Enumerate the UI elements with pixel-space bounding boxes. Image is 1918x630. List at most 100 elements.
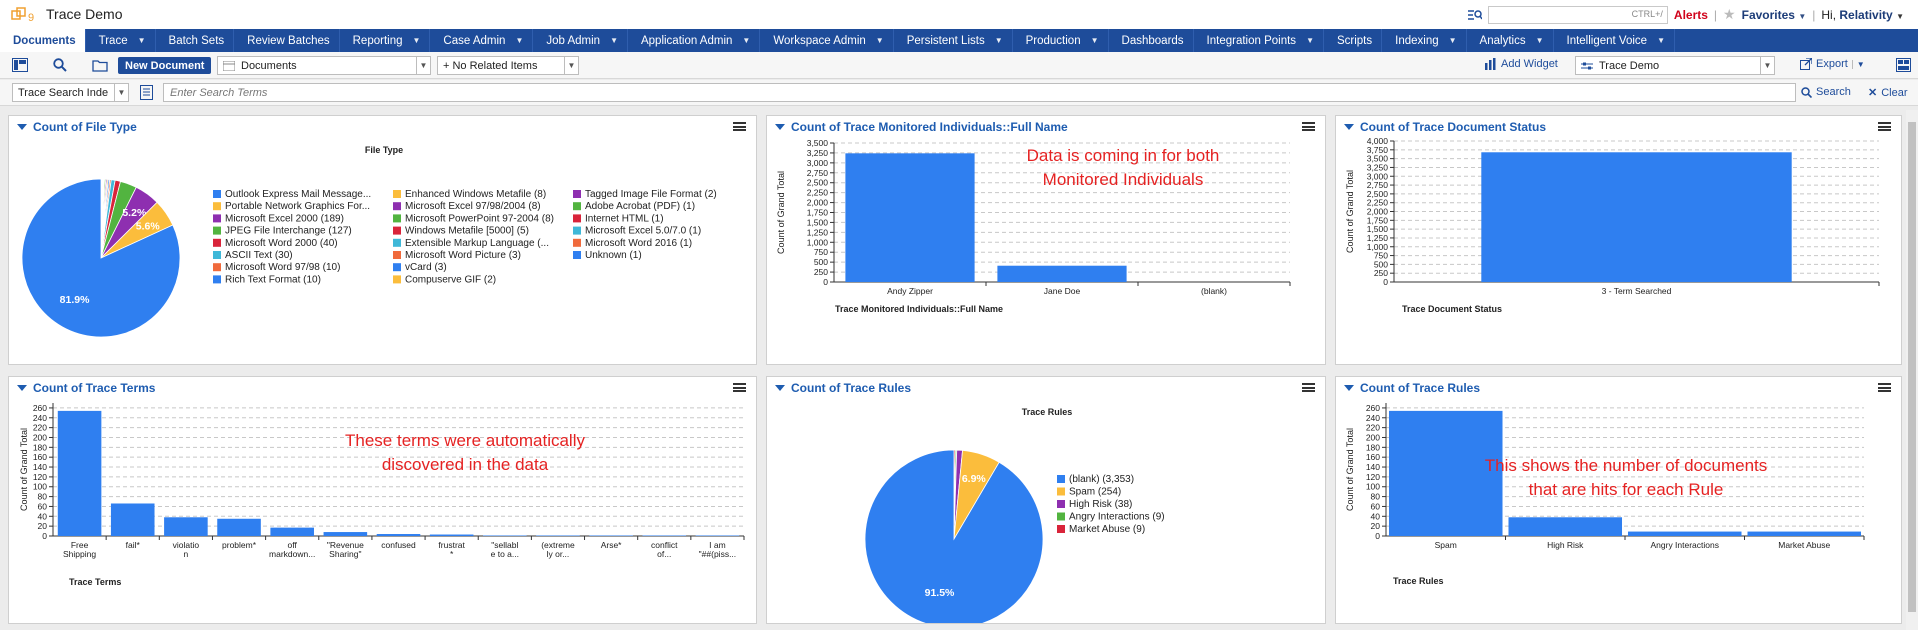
legend-swatch	[573, 226, 581, 235]
nav-tab-reporting[interactable]: Reporting ▼	[340, 29, 431, 52]
panel-menu-icon[interactable]	[1302, 383, 1315, 392]
nav-tab-trace[interactable]: Trace ▼	[86, 29, 156, 52]
x-tick-label: n	[184, 549, 189, 559]
search-terms-input[interactable]: Enter Search Terms	[163, 83, 1796, 102]
new-document-button[interactable]: New Document	[118, 57, 212, 74]
dashboard-toggle-icon[interactable]	[10, 56, 30, 74]
collapse-icon[interactable]	[1344, 123, 1354, 130]
nav-tab-persistent-lists[interactable]: Persistent Lists ▼	[894, 29, 1013, 52]
y-tick-label: 140	[33, 462, 47, 472]
slice-label: 5.6%	[136, 221, 161, 233]
legend-swatch	[1057, 500, 1065, 508]
app-window: 9 Trace Demo CTRL+/ Alerts | ★ Favorites…	[0, 0, 1918, 630]
legend-swatch	[393, 214, 401, 223]
dashboard-select[interactable]: Trace Demo ▼	[1575, 56, 1775, 75]
view-select[interactable]: Documents ▼	[217, 56, 431, 75]
collapse-icon[interactable]	[775, 384, 785, 391]
alerts-link[interactable]: Alerts	[1674, 8, 1708, 22]
user-menu[interactable]: Hi, Relativity ▼	[1821, 8, 1904, 22]
expand-panel-icon[interactable]	[1893, 56, 1913, 74]
y-tick-label: 3,000	[807, 158, 829, 168]
x-axis-label: Trace Document Status	[1402, 304, 1502, 314]
y-tick-label: 140	[1366, 462, 1380, 472]
chevron-down-icon[interactable]: ▼	[1851, 59, 1865, 69]
collapse-icon[interactable]	[1344, 384, 1354, 391]
collapse-icon[interactable]	[17, 123, 27, 130]
star-icon[interactable]: ★	[1723, 6, 1736, 23]
chevron-down-icon: ▼	[412, 36, 421, 45]
legend-item: vCard (3)	[405, 262, 447, 273]
panel-title: Count of Trace Rules	[791, 380, 912, 395]
legend-item: Adobe Acrobat (PDF) (1)	[585, 201, 695, 212]
chevron-down-icon: ▼	[1448, 36, 1457, 45]
y-tick-label: 750	[1374, 251, 1388, 261]
nav-tab-workspace-admin[interactable]: Workspace Admin ▼	[760, 29, 894, 52]
clear-button[interactable]: ✕ Clear	[1868, 86, 1908, 100]
y-tick-label: 120	[1366, 472, 1380, 482]
nav-tab-application-admin[interactable]: Application Admin ▼	[628, 29, 761, 52]
search-button[interactable]: Search	[1801, 86, 1851, 98]
search-icon[interactable]	[50, 56, 70, 74]
panel-menu-icon[interactable]	[1302, 122, 1315, 131]
nav-tab-dashboards[interactable]: Dashboards	[1109, 29, 1194, 52]
y-tick-label: 2,000	[1367, 207, 1389, 217]
search-index-select[interactable]: Trace Search Inde ▼	[12, 83, 129, 102]
legend-item: Extensible Markup Language (...	[405, 238, 549, 249]
nav-tab-indexing[interactable]: Indexing ▼	[1382, 29, 1467, 52]
nav-tab-case-admin[interactable]: Case Admin ▼	[430, 29, 534, 52]
legend-swatch	[1057, 525, 1065, 533]
bar	[270, 527, 314, 536]
legend-swatch	[393, 263, 401, 272]
legend-item: Unknown (1)	[585, 250, 642, 261]
related-items-select[interactable]: + No Related Items ▼	[437, 56, 579, 75]
favorites-menu[interactable]: Favorites ▼	[1742, 8, 1807, 22]
global-search-input[interactable]: CTRL+/	[1487, 5, 1668, 24]
nav-tab-review-batches[interactable]: Review Batches	[234, 29, 340, 52]
chevron-down-icon: ▼	[416, 57, 430, 74]
main-nav: Documents Trace ▼ Batch Sets Review Batches R…	[0, 29, 1918, 52]
nav-tab-batch-sets[interactable]: Batch Sets	[156, 29, 235, 52]
panel-menu-icon[interactable]	[1878, 122, 1891, 131]
nav-tab-production[interactable]: Production ▼	[1013, 29, 1109, 52]
nav-tab-scripts[interactable]: Scripts	[1324, 29, 1383, 52]
scrollbar-thumb[interactable]	[1908, 122, 1916, 612]
x-tick-label: problem*	[222, 540, 257, 550]
nav-tab-analytics[interactable]: Analytics ▼	[1467, 29, 1554, 52]
folder-icon[interactable]	[90, 56, 110, 74]
nav-tab-documents[interactable]: Documents	[0, 29, 86, 52]
svg-text:9: 9	[28, 12, 34, 24]
nav-tab-integration-points[interactable]: Integration Points ▼	[1194, 29, 1324, 52]
collapse-icon[interactable]	[17, 384, 27, 391]
panel-title: Count of File Type	[33, 119, 137, 134]
document-status-panel: Count of Trace Document Status 0 250 500 75…	[1335, 115, 1902, 365]
y-tick-label: 2,750	[1367, 180, 1389, 190]
bar	[845, 153, 975, 282]
y-tick-label: 2,500	[807, 178, 829, 188]
search-shortcut-hint: CTRL+/	[1631, 8, 1663, 19]
legend-swatch	[1057, 512, 1065, 521]
export-button[interactable]: Export ▼	[1800, 58, 1865, 70]
y-tick-label: 3,250	[807, 148, 829, 158]
panel-menu-icon[interactable]	[733, 383, 746, 392]
annotation-text: Data is coming in for both	[1027, 146, 1220, 165]
y-tick-label: 1,750	[807, 208, 829, 218]
legend-swatch	[573, 251, 581, 259]
annotation-text: This shows the number of documents	[1485, 456, 1768, 475]
y-tick-label: 220	[1366, 423, 1380, 433]
trace-rules-pie-panel: Count of Trace Rules Trace Rules 6.9% 91.5…	[766, 376, 1326, 624]
x-tick-label: *	[450, 549, 454, 559]
panel-menu-icon[interactable]	[733, 122, 746, 131]
legend-swatch	[393, 275, 401, 284]
add-widget-button[interactable]: Add Widget	[1484, 58, 1558, 70]
annotation-text: Monitored Individuals	[1043, 170, 1204, 189]
panel-menu-icon[interactable]	[1878, 383, 1891, 392]
chevron-down-icon: ▼	[994, 36, 1003, 45]
nav-tab-job-admin[interactable]: Job Admin ▼	[533, 29, 628, 52]
page-scrollbar[interactable]	[1906, 110, 1918, 630]
search-history-icon[interactable]	[1467, 9, 1482, 21]
y-tick-label: 260	[1366, 403, 1380, 413]
nav-tab-intelligent-voice[interactable]: Intelligent Voice ▼	[1554, 29, 1675, 52]
document-list-icon[interactable]	[136, 83, 156, 101]
y-tick-label: 120	[33, 472, 47, 482]
collapse-icon[interactable]	[775, 123, 785, 130]
